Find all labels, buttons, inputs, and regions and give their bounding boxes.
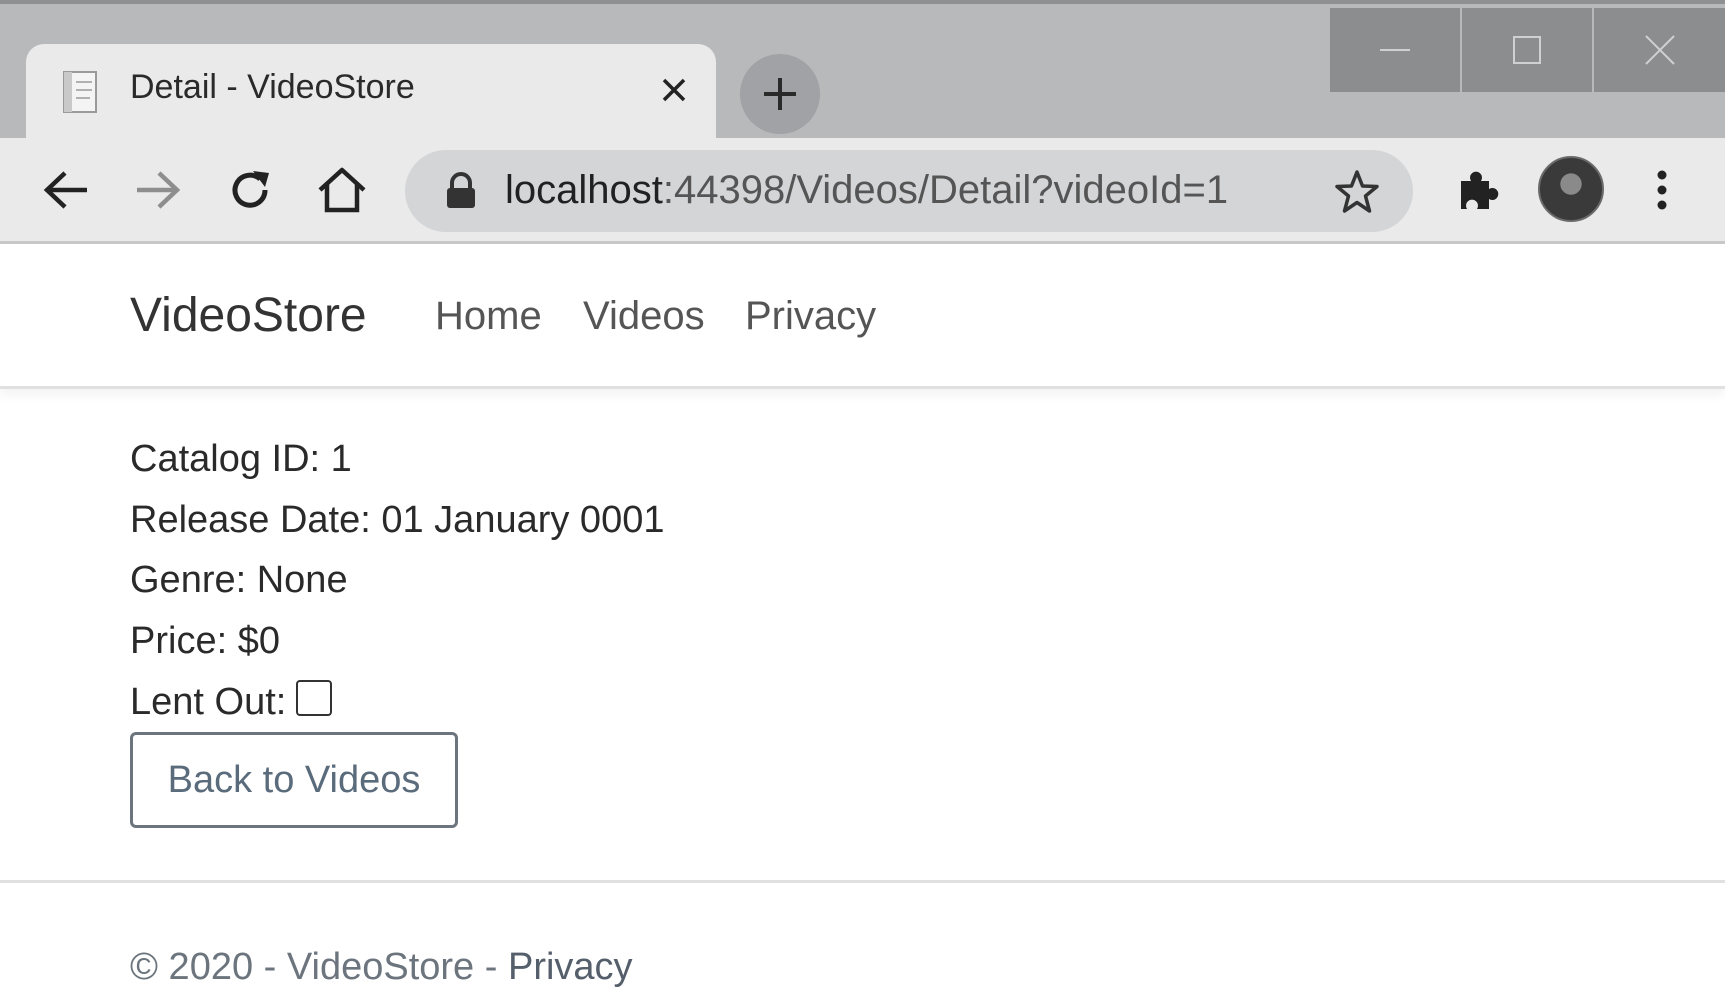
- tab-strip: Detail - VideoStore: [0, 0, 1725, 144]
- minimize-button[interactable]: [1330, 8, 1460, 92]
- arrow-right-icon: [137, 171, 181, 209]
- extensions-button[interactable]: [1448, 160, 1508, 220]
- browser-window: Detail - VideoStore localhost:44398/Vide…: [0, 0, 1725, 995]
- star-icon[interactable]: [1333, 168, 1381, 216]
- lent-out-label: Lent Out:: [130, 681, 287, 723]
- tab-close-button[interactable]: [654, 70, 694, 110]
- nav-link-home[interactable]: Home: [435, 294, 542, 339]
- forward-nav-button[interactable]: [128, 160, 188, 220]
- close-icon: [662, 78, 686, 102]
- avatar[interactable]: [1538, 156, 1604, 222]
- nav-link-videos[interactable]: Videos: [583, 294, 705, 339]
- puzzle-icon: [1461, 171, 1499, 209]
- window-close-button[interactable]: [1594, 8, 1725, 92]
- lent-out-row: Lent Out:: [130, 680, 333, 724]
- arrow-left-icon: [43, 171, 87, 209]
- page-icon: [63, 71, 97, 113]
- price: Price: $0: [130, 620, 280, 662]
- new-tab-button[interactable]: [740, 54, 820, 134]
- nav-link-privacy[interactable]: Privacy: [745, 294, 876, 339]
- close-icon: [1644, 35, 1675, 65]
- genre: Genre: None: [130, 559, 348, 601]
- site-navbar: VideoStore Home Videos Privacy: [0, 244, 1725, 389]
- back-to-videos-button[interactable]: Back to Videos: [130, 732, 458, 828]
- url-text[interactable]: localhost:44398/Videos/Detail?videoId=1: [505, 168, 1228, 213]
- url-path: :44398/Videos/Detail?videoId=1: [662, 168, 1229, 212]
- maximize-button[interactable]: [1462, 8, 1592, 92]
- reload-button[interactable]: [220, 160, 280, 220]
- brand-link[interactable]: VideoStore: [130, 288, 367, 343]
- minimize-icon: [1380, 49, 1410, 51]
- kebab-menu-icon: [1657, 170, 1667, 210]
- maximize-icon: [1513, 36, 1541, 64]
- home-button[interactable]: [312, 160, 372, 220]
- lent-out-checkbox[interactable]: [296, 680, 333, 716]
- plus-icon: [764, 78, 796, 110]
- browser-menu-button[interactable]: [1632, 160, 1692, 220]
- address-bar[interactable]: localhost:44398/Videos/Detail?videoId=1: [405, 150, 1413, 232]
- footer-copyright: © 2020 - VideoStore -: [130, 946, 508, 988]
- reload-icon: [232, 171, 269, 208]
- active-tab[interactable]: Detail - VideoStore: [26, 44, 716, 144]
- back-nav-button[interactable]: [36, 160, 96, 220]
- footer-divider: [0, 880, 1725, 883]
- tab-title: Detail - VideoStore: [130, 68, 415, 106]
- release-date: Release Date: 01 January 0001: [130, 499, 665, 541]
- url-host: localhost: [505, 168, 663, 212]
- lock-icon: [447, 172, 475, 208]
- home-icon: [318, 167, 366, 213]
- footer-privacy-link[interactable]: Privacy: [508, 946, 633, 988]
- footer: © 2020 - VideoStore - Privacy: [130, 946, 633, 989]
- browser-toolbar: localhost:44398/Videos/Detail?videoId=1: [0, 138, 1725, 244]
- catalog-id: Catalog ID: 1: [130, 438, 352, 480]
